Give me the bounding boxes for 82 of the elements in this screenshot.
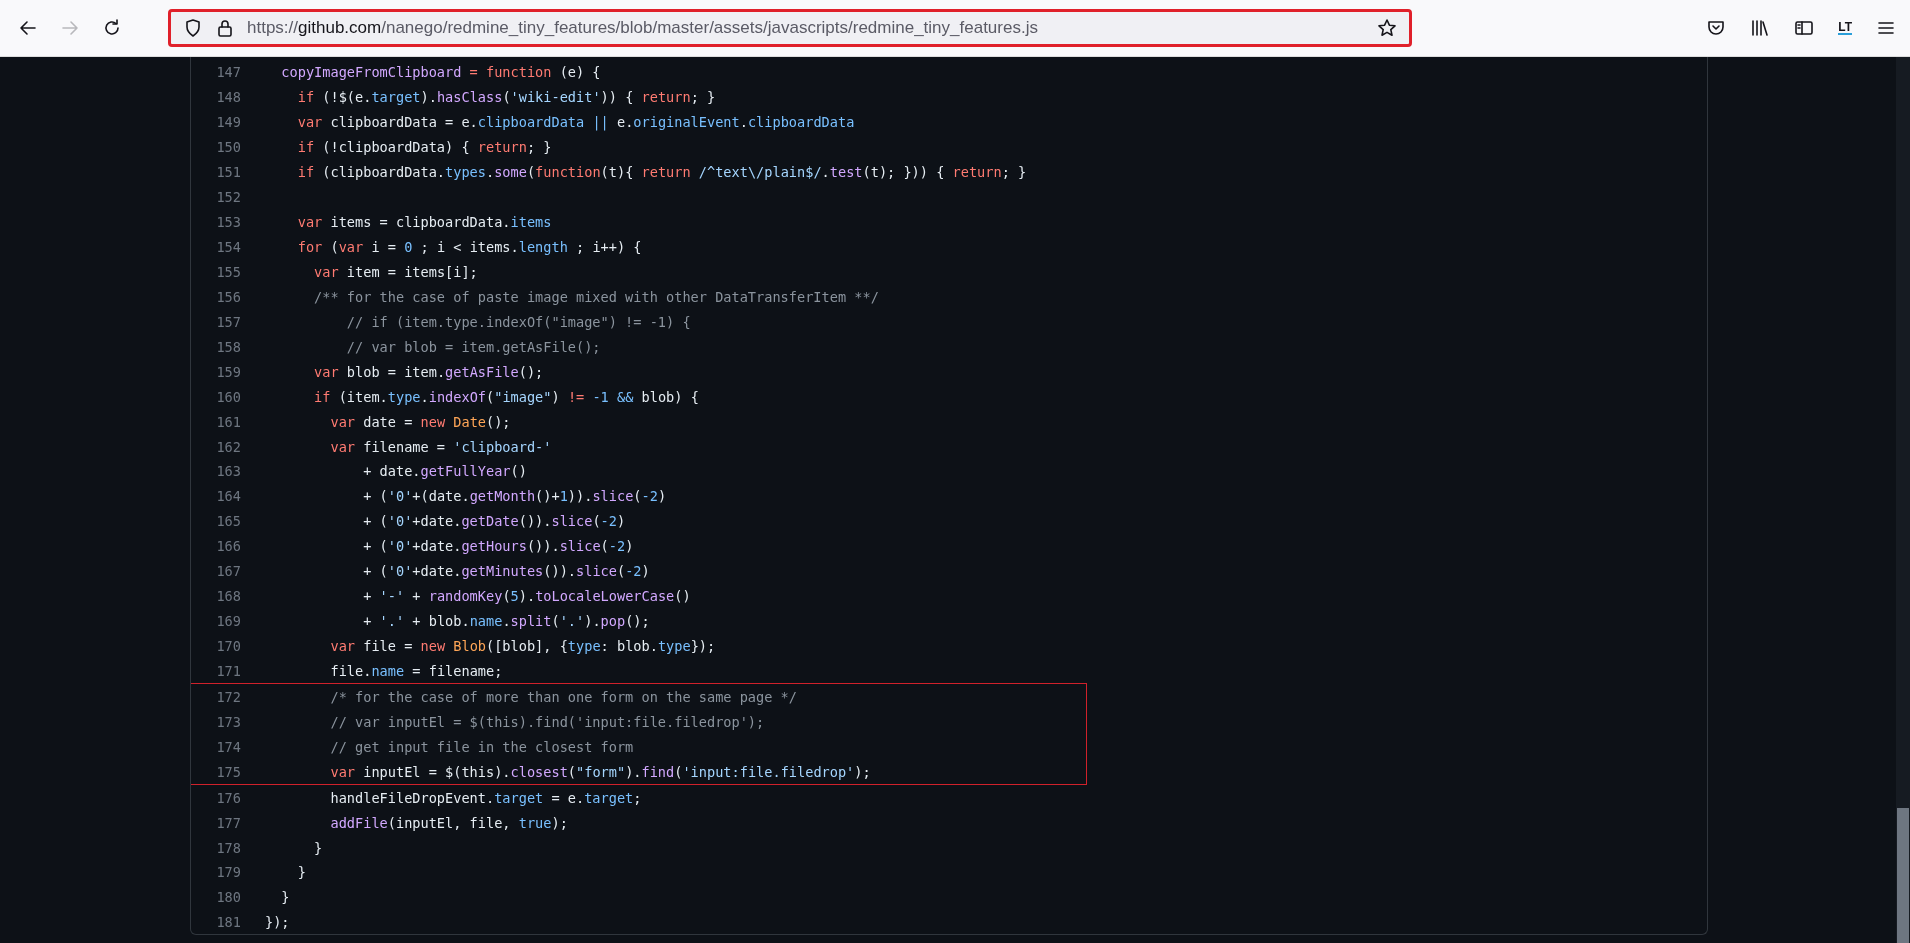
code-line: } — [313, 839, 323, 856]
line-number: 177 — [215, 814, 241, 831]
line-number: 168 — [215, 588, 241, 605]
extension-button[interactable]: LT — [1838, 21, 1852, 35]
code-line: if (item.type.indexOf("image") != -1 && blob) { — [313, 388, 699, 405]
line-number: 162 — [215, 438, 241, 455]
code-line: var inputEl = $(this).closest("form").find('input:file.filedrop'); — [329, 763, 871, 780]
code-line: + ('0'+date.getHours()).slice(-2) — [362, 538, 634, 555]
line-number: 178 — [215, 839, 241, 856]
code-line: var items = clipboardData.items — [296, 214, 552, 231]
line-number: 155 — [215, 263, 241, 280]
code-line: var blob = item.getAsFile(); — [313, 363, 544, 380]
line-number: 174 — [215, 738, 241, 755]
line-number: 167 — [215, 563, 241, 580]
code-line: // if (item.type.indexOf("image") != -1) { — [345, 313, 691, 330]
code-line: + ('0'+(date.getMonth()+1)).slice(-2) — [362, 488, 667, 505]
code-line: var date = new Date(); — [329, 413, 511, 430]
code-line: // get input file in the closest form — [329, 738, 634, 755]
back-arrow-icon[interactable] — [18, 18, 38, 38]
url-text: https://github.com/nanego/redmine_tiny_features/blob/master/assets/javascripts/redmine_tiny_features.js — [247, 18, 1038, 38]
code-line: if (!clipboardData) { return; } — [296, 139, 552, 156]
line-number: 159 — [215, 363, 241, 380]
code-line: }); — [265, 914, 290, 931]
scrollbar-thumb[interactable] — [1897, 808, 1909, 943]
shield-icon — [183, 18, 203, 38]
code-line: /** for the case of paste image mixed with other DataTransferItem **/ — [313, 288, 879, 305]
sidebar-icon[interactable] — [1794, 18, 1815, 38]
line-number: 164 — [215, 488, 241, 505]
line-number: 180 — [215, 889, 241, 906]
star-icon[interactable] — [1377, 18, 1397, 38]
line-number: 161 — [215, 413, 241, 430]
line-number: 160 — [215, 388, 241, 405]
code-line: addFile(inputEl, file, true); — [329, 814, 568, 831]
code-line: var clipboardData = e.clipboardData || e.originalEvent.clipboardData — [296, 114, 855, 131]
code-line: /* for the case of more than one form on the same page */ — [329, 688, 797, 705]
reload-icon[interactable] — [102, 18, 122, 38]
code-line: var file = new Blob([blob], {type: blob.type}); — [329, 638, 716, 655]
scrollbar[interactable] — [1896, 57, 1910, 943]
code-line: + ('0'+date.getDate()).slice(-2) — [362, 513, 626, 530]
line-number: 153 — [215, 214, 241, 231]
line-number: 181 — [215, 914, 241, 931]
address-bar[interactable]: https://github.com/nanego/redmine_tiny_features/blob/master/assets/javascripts/redmine_tiny_features.js — [168, 9, 1412, 47]
line-number: 148 — [215, 89, 241, 106]
line-number: 170 — [215, 638, 241, 655]
line-number: 147 — [215, 64, 241, 81]
pocket-icon[interactable] — [1706, 18, 1727, 38]
line-number: 171 — [215, 662, 241, 679]
line-number: 172 — [215, 688, 241, 705]
code-line: + date.getFullYear() — [362, 463, 527, 480]
code-line: if (!$(e.target).hasClass('wiki-edit')) { return; } — [296, 89, 716, 106]
line-number: 149 — [215, 114, 241, 131]
code-line: + '-' + randomKey(5).toLocaleLowerCase() — [362, 588, 691, 605]
line-number: 179 — [215, 864, 241, 881]
code-line: + ('0'+date.getMinutes()).slice(-2) — [362, 563, 650, 580]
code-line: file.name = filename; — [329, 662, 503, 679]
line-number: 157 — [215, 313, 241, 330]
code-line: var filename = 'clipboard-' — [329, 438, 552, 455]
library-icon[interactable] — [1750, 18, 1771, 38]
line-number: 154 — [215, 239, 241, 256]
line-number: 169 — [215, 613, 241, 630]
line-number: 165 — [215, 513, 241, 530]
code-line: // var inputEl = $(this).find('input:file.filedrop'); — [329, 713, 765, 730]
line-number: 150 — [215, 139, 241, 156]
code-line: var item = items[i]; — [313, 263, 478, 280]
line-number: 152 — [215, 189, 241, 206]
code-line: handleFileDropEvent.target = e.target; — [329, 789, 642, 806]
code-line: + '.' + blob.name.split('.').pop(); — [362, 613, 650, 630]
line-number: 176 — [215, 789, 241, 806]
line-number: 175 — [215, 763, 241, 780]
line-number: 151 — [215, 164, 241, 181]
code-line: } — [296, 864, 306, 881]
code-line: for (var i = 0 ; i < items.length ; i++) { — [296, 239, 642, 256]
line-number: 156 — [215, 288, 241, 305]
padlock-icon — [215, 18, 235, 38]
code-line: } — [280, 889, 290, 906]
line-number: 158 — [215, 338, 241, 355]
code-line: // var blob = item.getAsFile(); — [345, 338, 601, 355]
code-line: copyImageFromClipboard = function (e) { — [280, 64, 601, 81]
line-number: 173 — [215, 713, 241, 730]
line-number: 166 — [215, 538, 241, 555]
line-number: 163 — [215, 463, 241, 480]
code-line: if (clipboardData.types.some(function(t){ return /^text\/plain$/.test(t); })) { return; } — [296, 164, 1027, 181]
